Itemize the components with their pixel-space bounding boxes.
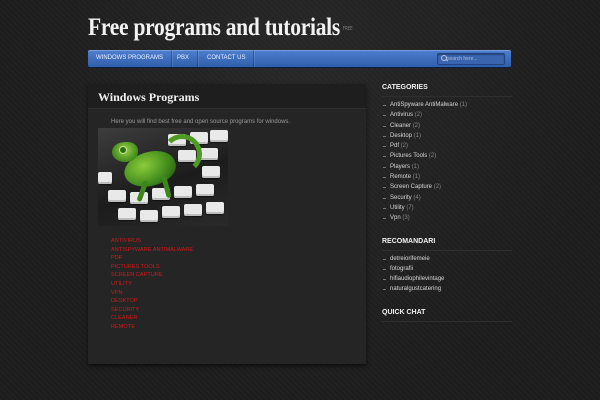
category-item[interactable]: Pictures Tools (2) — [382, 151, 512, 161]
chameleon-on-keyboard-photo — [98, 128, 228, 226]
site-title-text[interactable]: Free programs and tutorials — [88, 14, 340, 41]
category-item[interactable]: Remote (1) — [382, 172, 512, 182]
main-content: Windows Programs Here you will find best… — [88, 84, 366, 364]
category-item[interactable]: Players (1) — [382, 162, 512, 172]
categories-title: CATEGORIES — [382, 84, 512, 97]
post-link-vpn[interactable]: VPN — [111, 289, 193, 298]
post-title: Windows Programs — [98, 90, 200, 104]
categories-widget: CATEGORIES AntiSpyware AntiMalware (1) A… — [382, 84, 512, 224]
post-category-links: ANTIVIRUS ANTISPYWARE ANTIMALWARE PDF PI… — [111, 237, 193, 332]
nav-pbx[interactable]: PBX — [169, 50, 199, 67]
post-link-pictures-tools[interactable]: PICTURES TOOLS — [111, 263, 193, 272]
recomandari-link[interactable]: naturalgustcatering — [382, 284, 512, 294]
category-item[interactable]: Antivirus (2) — [382, 110, 512, 120]
nav-contact-us[interactable]: CONTACT US — [199, 50, 255, 67]
search-input[interactable] — [447, 54, 502, 64]
category-item[interactable]: AntiSpyware AntiMalware (1) — [382, 100, 512, 110]
site-tagline: FREE — [342, 26, 353, 33]
category-item[interactable]: Screen Capture (2) — [382, 182, 512, 192]
category-item[interactable]: Vpn (3) — [382, 213, 512, 223]
recomandari-widget: RECOMANDARI detreiorifemeie fotografii h… — [382, 238, 512, 295]
category-item[interactable]: Cleaner (2) — [382, 121, 512, 131]
recomandari-link[interactable]: hifiaudiophilevintage — [382, 274, 512, 284]
quick-chat-widget: QUICK CHAT — [382, 309, 512, 322]
post-link-desktop[interactable]: DESKTOP — [111, 297, 193, 306]
category-item[interactable]: Utility (7) — [382, 203, 512, 213]
post-intro: Here you will find best free and open so… — [111, 119, 291, 125]
search-box[interactable] — [437, 53, 505, 65]
category-item[interactable]: Desktop (1) — [382, 131, 512, 141]
main-navigation: WINDOWS PROGRAMS PBX CONTACT US — [88, 50, 511, 67]
post-link-screen-capture[interactable]: SCREEN CAPTURE — [111, 271, 193, 280]
post-link-remote[interactable]: REMOTE — [111, 323, 193, 332]
post-link-antispyware[interactable]: ANTISPYWARE ANTIMALWARE — [111, 246, 193, 255]
post-link-antivirus[interactable]: ANTIVIRUS — [111, 237, 193, 246]
post-link-cleaner[interactable]: CLEANER — [111, 314, 193, 323]
post-link-security[interactable]: SECURITY — [111, 306, 193, 315]
site-title[interactable]: Free programs and tutorials FREE — [88, 14, 353, 42]
category-item[interactable]: Security (4) — [382, 193, 512, 203]
recomandari-link[interactable]: detreiorifemeie — [382, 254, 512, 264]
recomandari-title: RECOMANDARI — [382, 238, 512, 251]
quick-chat-title: QUICK CHAT — [382, 309, 512, 322]
category-item[interactable]: Pdf (2) — [382, 141, 512, 151]
post-link-pdf[interactable]: PDF — [111, 254, 193, 263]
post-link-utility[interactable]: UTILITY — [111, 280, 193, 289]
nav-windows-programs[interactable]: WINDOWS PROGRAMS — [88, 50, 172, 67]
sidebar: CATEGORIES AntiSpyware AntiMalware (1) A… — [382, 84, 512, 325]
recomandari-link[interactable]: fotografii — [382, 264, 512, 274]
